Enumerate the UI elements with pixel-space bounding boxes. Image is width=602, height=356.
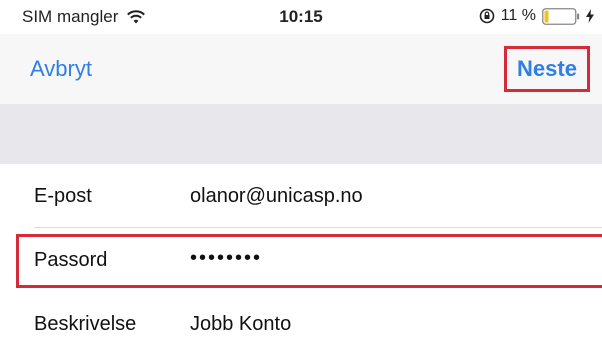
mail-account-setup-screen: SIM mangler 10:15 11 % Avbryt Neste E-po… — [0, 0, 602, 356]
description-field[interactable]: Jobb Konto — [190, 313, 291, 336]
cancel-button[interactable]: Avbryt — [30, 56, 92, 82]
password-row[interactable]: Passord •••••••• — [0, 228, 602, 292]
password-label: Passord — [34, 249, 108, 271]
status-bar: SIM mangler 10:15 11 % — [0, 0, 602, 34]
email-field[interactable]: olanor@unicasp.no — [190, 185, 363, 208]
description-label: Beskrivelse — [34, 313, 137, 335]
email-label: E-post — [34, 185, 92, 207]
account-form: E-post olanor@unicasp.no Passord •••••••… — [0, 164, 602, 356]
password-field[interactable]: •••••••• — [190, 247, 262, 270]
status-right: 11 % — [479, 7, 594, 25]
section-spacer — [0, 104, 602, 164]
next-button[interactable]: Neste — [504, 46, 590, 92]
description-row[interactable]: Beskrivelse Jobb Konto — [0, 292, 602, 356]
email-row[interactable]: E-post olanor@unicasp.no — [0, 164, 602, 228]
navigation-bar: Avbryt Neste — [0, 34, 602, 104]
rotation-lock-icon — [479, 8, 495, 24]
battery-percent: 11 % — [500, 7, 536, 24]
battery-icon — [542, 7, 580, 25]
charging-bolt-icon — [586, 9, 594, 23]
